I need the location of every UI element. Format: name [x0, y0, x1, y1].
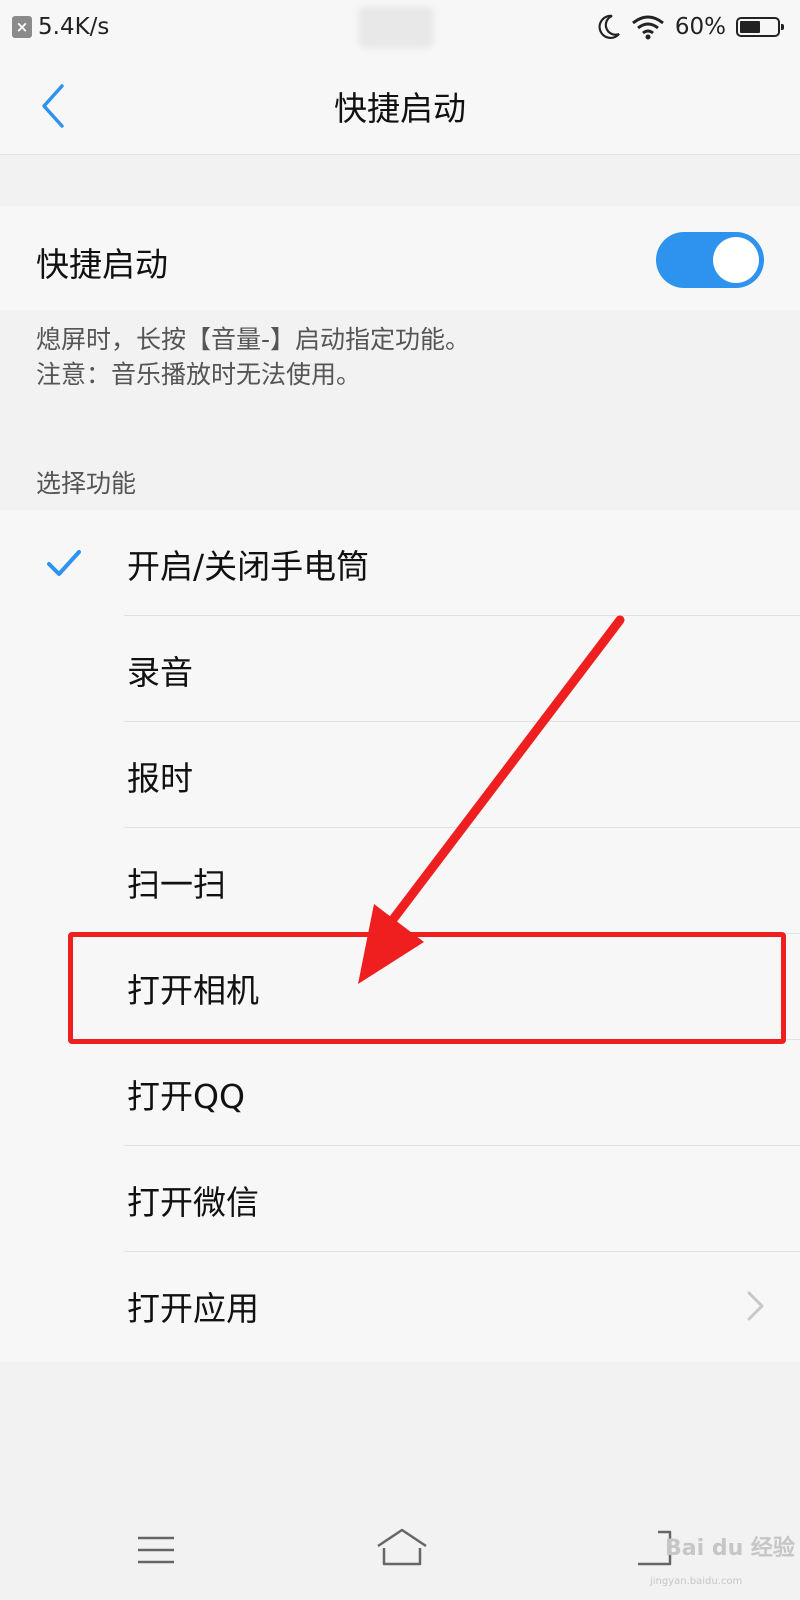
battery-icon [736, 17, 784, 37]
quick-launch-toggle[interactable] [656, 232, 764, 288]
status-bar: × 5.4K/s 60% [0, 0, 800, 56]
list-item-label: 报时 [127, 759, 193, 798]
list-item-scan[interactable]: 扫一扫 [0, 828, 800, 934]
list-item-label: 打开应用 [127, 1289, 259, 1328]
home-icon[interactable] [372, 1524, 432, 1574]
list-item-open-wechat[interactable]: 打开微信 [0, 1146, 800, 1252]
list-item-time-report[interactable]: 报时 [0, 722, 800, 828]
list-item-label: 开启/关闭手电筒 [127, 547, 370, 586]
moon-icon [598, 14, 620, 39]
page-title: 快捷启动 [334, 89, 466, 128]
section-header: 选择功能 [36, 469, 137, 498]
list-item-label: 扫一扫 [127, 865, 226, 904]
network-speed: 5.4K/s [38, 14, 110, 40]
list-item-label: 打开微信 [127, 1183, 259, 1222]
checkmark-icon [47, 550, 81, 576]
watermark-url: jingyan.baidu.com [650, 1576, 743, 1587]
battery-percent: 60% [674, 14, 726, 40]
description-line-1: 熄屏时，长按【音量-】启动指定功能。 [36, 325, 471, 354]
watermark: Bai du 经验 [665, 1536, 795, 1561]
list-item-open-qq[interactable]: 打开QQ [0, 1040, 800, 1146]
quick-launch-label: 快捷启动 [36, 245, 168, 284]
description-line-2: 注意：音乐播放时无法使用。 [36, 360, 362, 389]
toggle-knob [713, 237, 759, 283]
title-bar: 快捷启动 [0, 56, 800, 155]
list-item-label: 录音 [127, 653, 193, 692]
quick-launch-description: 熄屏时，长按【音量-】启动指定功能。 注意：音乐播放时无法使用。 [36, 322, 470, 392]
wifi-icon [631, 15, 664, 40]
list-item-flashlight[interactable]: 开启/关闭手电筒 [0, 510, 800, 616]
menu-icon[interactable] [130, 1530, 182, 1570]
list-item-record[interactable]: 录音 [0, 616, 800, 722]
chevron-right-icon [747, 1291, 764, 1321]
blurred-notification [358, 6, 434, 48]
list-item-label: 打开QQ [127, 1077, 245, 1116]
notification-close-icon: × [12, 16, 32, 38]
battery-level-fill [740, 21, 760, 33]
highlight-box [68, 932, 786, 1044]
list-item-open-app[interactable]: 打开应用 [0, 1252, 800, 1358]
